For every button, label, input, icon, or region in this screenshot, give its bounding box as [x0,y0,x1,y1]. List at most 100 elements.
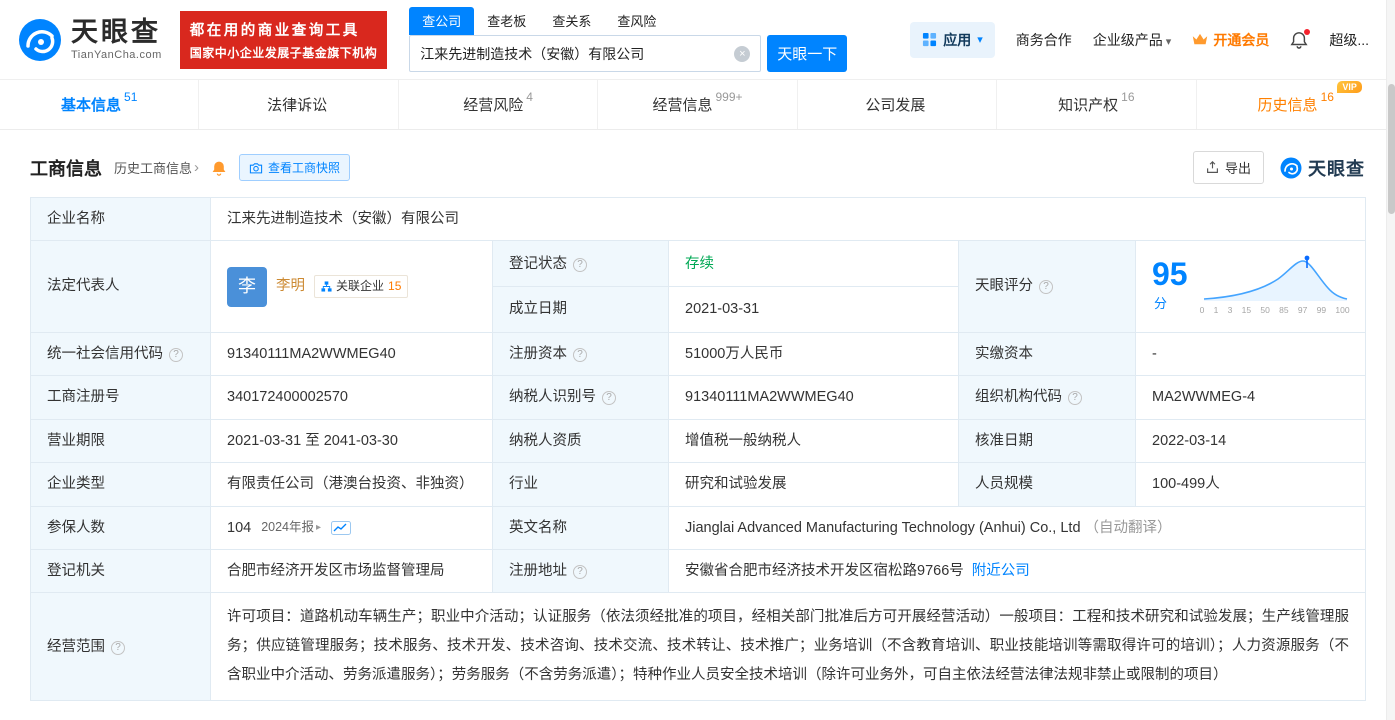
snapshot-label: 查看工商快照 [268,161,341,175]
field-label-reg-address: 注册地址? [492,548,669,594]
search-tabs: 查公司 查老板 查关系 查风险 [409,7,847,35]
field-value-reg-status: 存续 [668,240,959,288]
table-row: 企业类型 有限责任公司（港澳台投资、非独资） 行业 研究和试验发展 人员规模 1… [30,462,1366,507]
tab-label: 知识产权 [1058,97,1119,114]
status-badge: 存续 [685,255,714,272]
apps-menu-button[interactable]: 应用 ▾ [910,21,995,58]
search-tab-risk[interactable]: 查风险 [604,7,669,35]
tianyancha-logo[interactable]: 天眼查 TianYanCha.com [18,18,162,62]
field-value-reg-address: 安徽省合肥市经济技术开发区宿松路9766号 附近公司 [668,548,1366,594]
insured-trend-chart-icon[interactable] [331,520,352,535]
tab-intellectual-property[interactable]: 知识产权 16 [996,80,1195,129]
org-chart-icon [321,281,332,292]
tab-label: 经营风险 [463,97,524,114]
tab-company-development[interactable]: 公司发展 [796,80,996,129]
annual-report-link[interactable]: 2024年报 ▸ [261,518,321,537]
enterprise-label: 企业级产品 [1092,31,1163,48]
help-icon[interactable]: ? [573,347,587,362]
field-value-approval-date: 2022-03-14 [1135,418,1366,464]
nearby-companies-link[interactable]: 附近公司 [972,563,1030,579]
field-value-taxpayer-quality: 增值税一般纳税人 [668,418,959,464]
field-value-taxpayer-id: 91340111MA2WWMEG40 [668,375,959,420]
tab-count: 4 [526,90,533,104]
search-button[interactable]: 天眼一下 [767,35,848,72]
field-value-reg-authority: 合肥市经济开发区市场监督管理局 [210,548,493,594]
history-business-info-link[interactable]: 历史工商信息 › [114,158,199,177]
tab-label: 公司发展 [865,97,926,114]
help-icon[interactable]: ? [1039,280,1053,295]
tianyancha-watermark: 天眼查 [1280,155,1365,181]
search-tab-boss[interactable]: 查老板 [474,7,539,35]
help-icon[interactable]: ? [1068,391,1082,406]
score-axis-ticks: 0 1 3 15 50 85 97 99 100 [1199,305,1350,316]
scrollbar-thumb[interactable] [1388,84,1395,214]
search-tab-company[interactable]: 查公司 [409,7,475,35]
field-value-reg-number: 340172400002570 [210,375,493,420]
field-label-insured-count: 参保人数 [30,505,211,550]
help-icon[interactable]: ? [573,257,587,272]
tab-business-risk[interactable]: 经营风险 4 [397,80,597,129]
subscribe-bell-icon[interactable] [211,160,227,176]
brand-name: 天眼查 [71,16,161,47]
menu-business-cooperation[interactable]: 商务合作 [1016,30,1072,50]
table-row: 法定代表人 李 李明 关联企业 15 登记状态? 存续 天眼评分? 95分 0 … [30,240,1366,333]
score-value: 95分 [1152,256,1188,311]
clear-search-icon[interactable]: × [734,45,751,62]
field-value-legal-rep: 李 李明 关联企业 15 [210,240,493,333]
menu-enterprise-products[interactable]: 企业级产品 ▾ [1093,30,1172,50]
top-menu: 应用 ▾ 商务合作 企业级产品 ▾ 开通会员 超级... [910,21,1369,58]
field-value-org-code: MA2WWMEG-4 [1135,375,1366,420]
field-value-establish-date: 2021-03-31 [668,286,959,333]
field-label-score: 天眼评分? [958,240,1136,333]
field-value-paid-capital: - [1135,331,1366,377]
help-icon[interactable]: ? [169,347,183,362]
field-label-legal-rep: 法定代表人 [30,240,211,333]
field-label-english-name: 英文名称 [492,505,669,550]
brand-domain: TianYanCha.com [71,48,162,61]
chevron-down-icon: ▾ [977,34,983,46]
related-companies-tag[interactable]: 关联企业 15 [314,275,409,298]
chevron-down-icon: ▾ [1165,35,1172,48]
tianyancha-logo-icon [1280,157,1302,178]
page-scrollbar[interactable] [1386,0,1395,720]
business-info-section-header: 工商信息 历史工商信息 › 查看工商快照 导出 天眼查 [30,151,1365,184]
crown-icon [1193,33,1208,45]
menu-super-vip[interactable]: 超级... [1329,30,1369,50]
help-icon[interactable]: ? [602,391,616,406]
tab-legal-proceedings[interactable]: 法律诉讼 [198,80,397,129]
search-tab-relation[interactable]: 查关系 [539,7,604,35]
company-tabs: 基本信息 51 法律诉讼 经营风险 4 经营信息 999+ 公司发展 知识产权 16 历… [0,80,1395,130]
slogan-line1: 都在用的商业查询工具 [189,22,360,39]
field-value-staff-size: 100-499人 [1135,462,1366,507]
slogan-banner: 都在用的商业查询工具 国家中小企业发展子基金旗下机构 [179,10,388,69]
vip-label: 开通会员 [1213,31,1270,48]
field-label-reg-capital: 注册资本? [492,331,669,377]
business-info-table: 企业名称 江来先进制造技术（安徽）有限公司 法定代表人 李 李明 关联企业 15 [30,196,1366,702]
open-vip-link[interactable]: 开通会员 [1192,30,1269,50]
help-icon[interactable]: ? [111,640,125,655]
tab-basic-info[interactable]: 基本信息 51 [0,80,198,129]
search-box: × [409,35,762,72]
field-value-business-term: 2021-03-31 至 2041-03-30 [210,418,493,464]
export-button[interactable]: 导出 [1192,151,1264,184]
legal-rep-name-link[interactable]: 李明 [276,275,305,297]
notification-bell-icon[interactable] [1290,28,1311,49]
tab-label: 经营信息 [652,97,713,114]
tab-business-info[interactable]: 经营信息 999+ [597,80,796,129]
help-icon[interactable]: ? [573,564,587,579]
field-label-business-term: 营业期限 [30,418,211,464]
tab-label: 法律诉讼 [267,97,328,114]
expand-icon: ▸ [316,522,322,533]
search-block: 查公司 查老板 查关系 查风险 × 天眼一下 [409,7,848,72]
table-row: 营业期限 2021-03-31 至 2041-03-30 纳税人资质 增值税一般… [30,418,1366,464]
field-value-insured-count: 104 2024年报 ▸ [210,505,493,550]
search-input[interactable] [420,45,735,62]
view-snapshot-button[interactable]: 查看工商快照 [239,154,351,181]
score-distribution-chart: 0 1 3 15 50 85 97 99 100 [1200,255,1350,317]
table-row: 统一社会信用代码? 91340111MA2WWMEG40 注册资本? 51000… [30,331,1366,377]
related-label: 关联企业 [336,279,385,294]
legal-rep-avatar[interactable]: 李 [227,266,267,307]
table-row: 参保人数 104 2024年报 ▸ 英文名称 Jianglai Advanced … [30,505,1366,550]
tab-history-info[interactable]: 历史信息 16 VIP [1195,80,1395,129]
field-label-reg-authority: 登记机关 [30,548,211,594]
